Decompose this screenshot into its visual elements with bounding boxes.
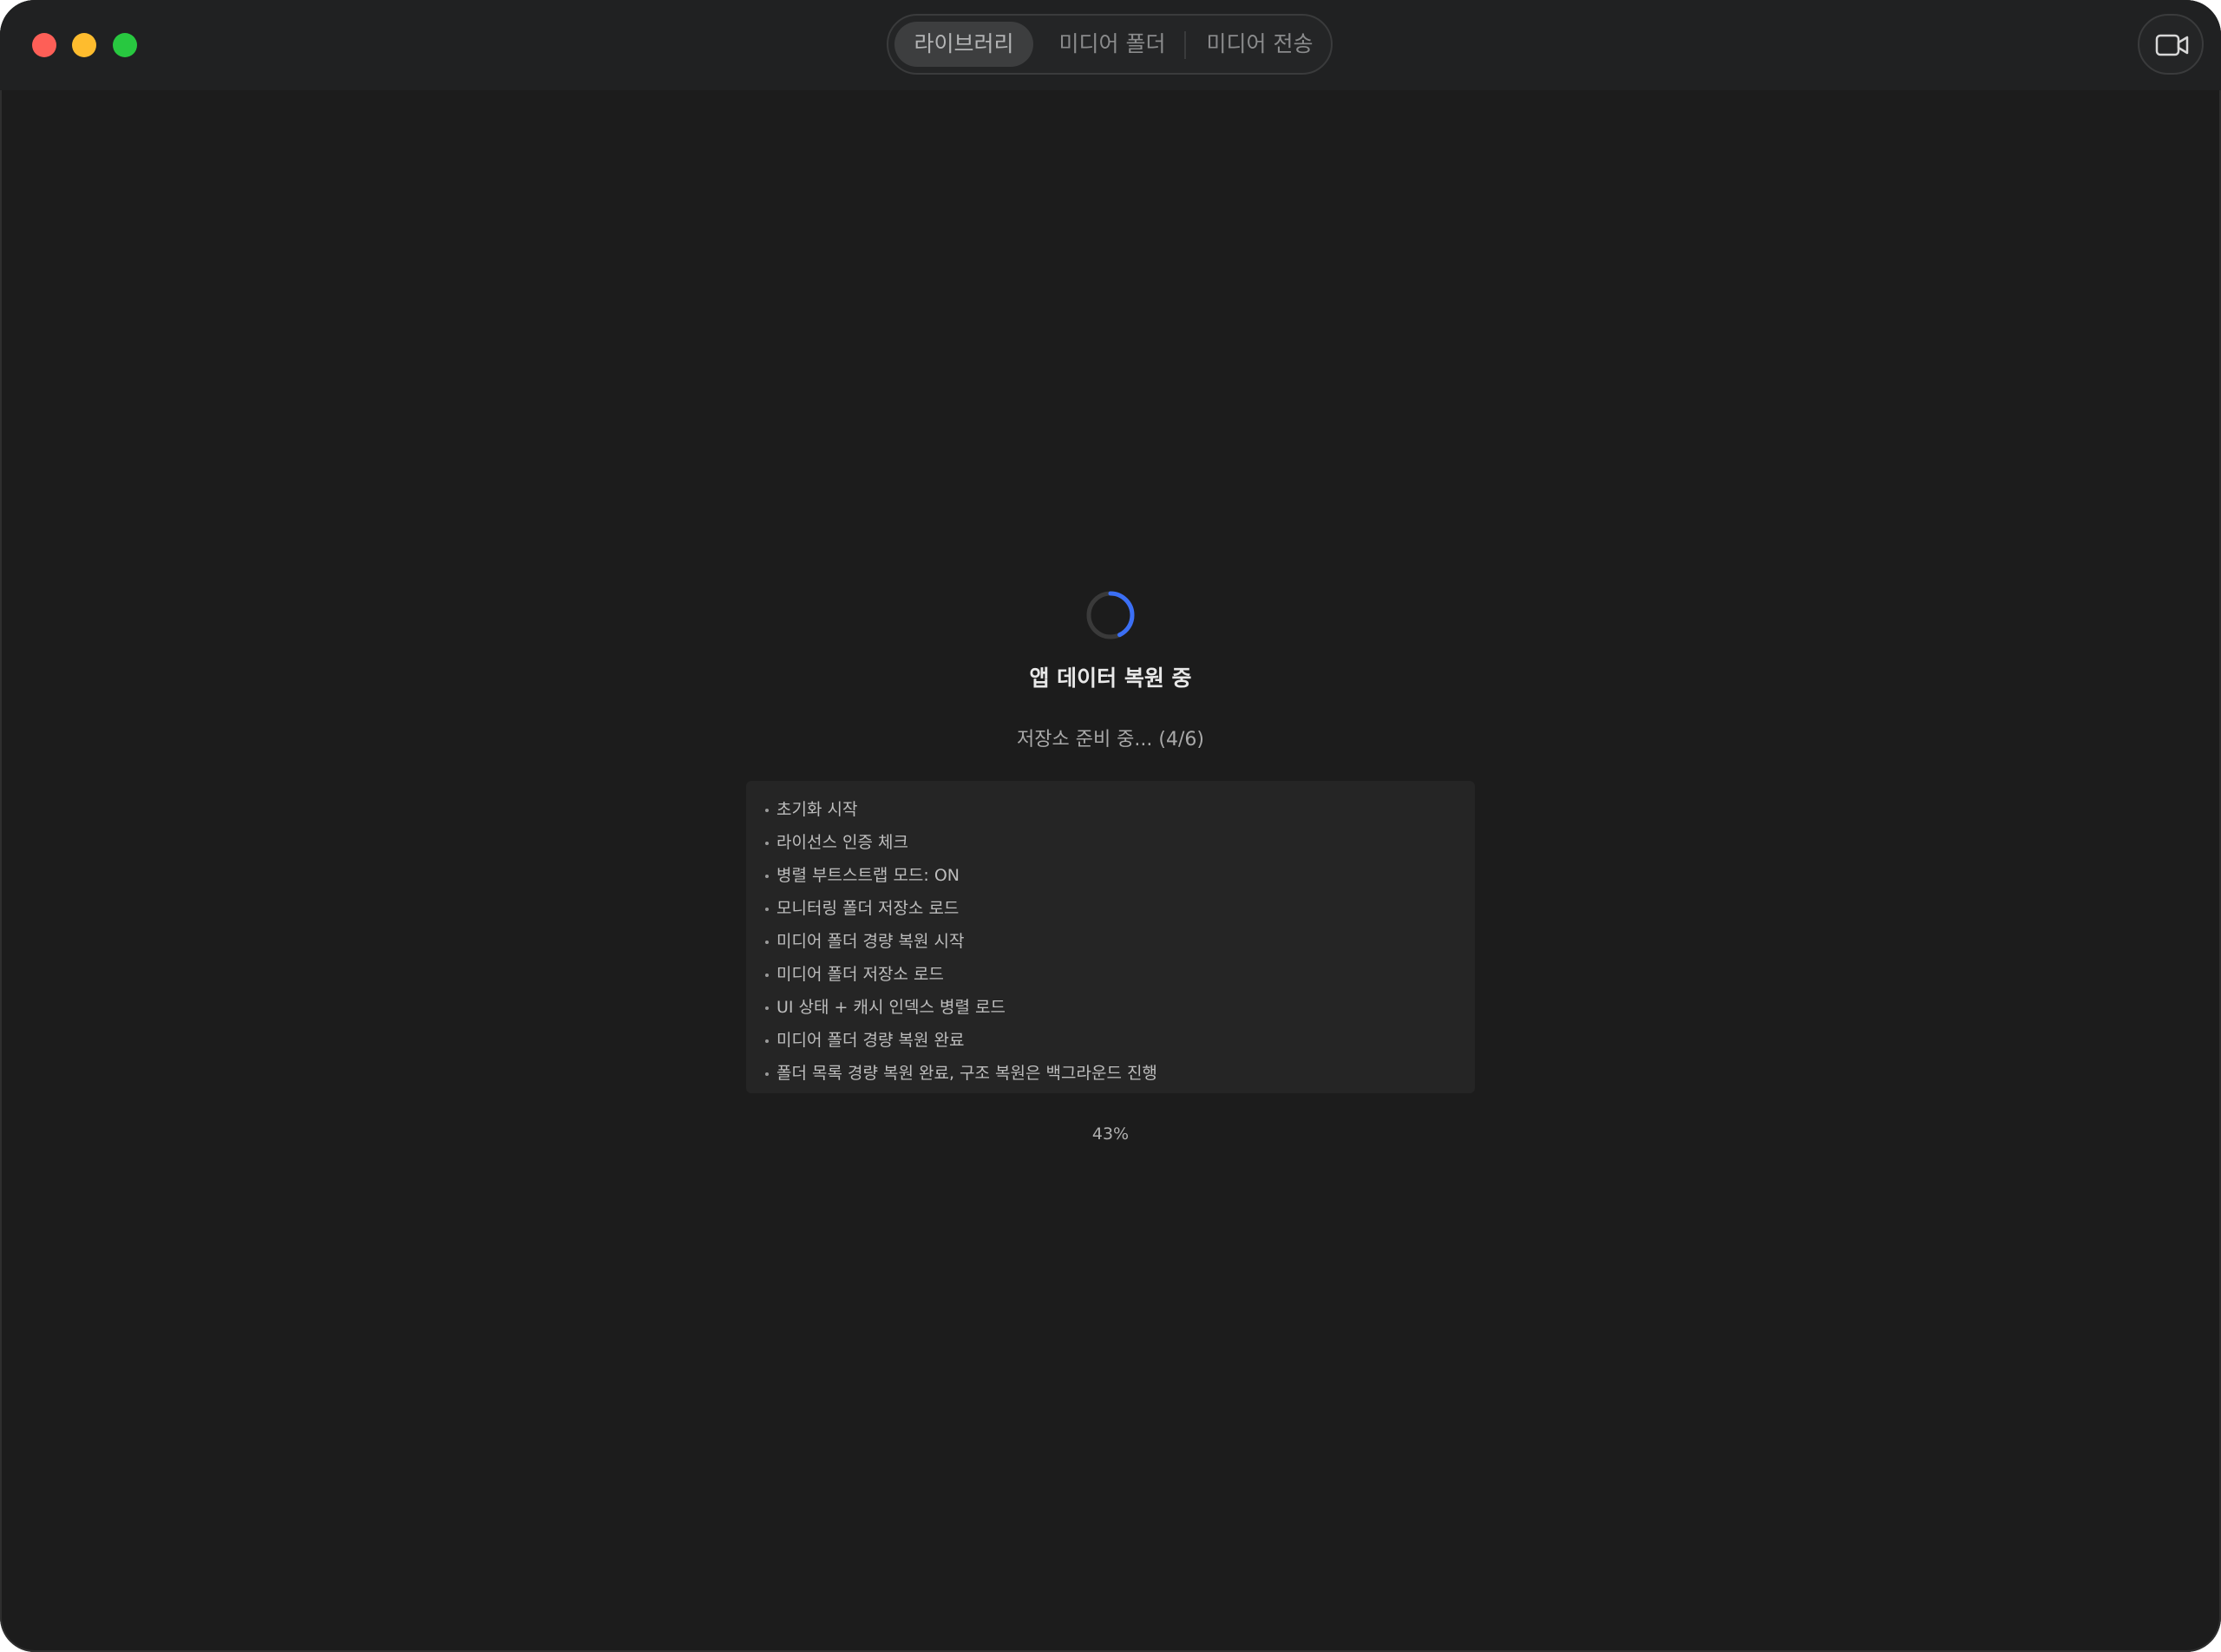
app-window: 라이브러리 미디어 폴더 미디어 전송 앱 데이터 복원 중 저장소 준비 중.… bbox=[0, 0, 2221, 1652]
title-bar: 라이브러리 미디어 폴더 미디어 전송 bbox=[0, 0, 2221, 90]
log-item: 미디어 폴더 저장소 로드 bbox=[746, 958, 1475, 991]
loading-log: 초기화 시작 라이선스 인증 체크 병렬 부트스트랩 모드: ON 모니터링 폴… bbox=[746, 781, 1475, 1093]
loading-title: 앱 데이터 복원 중 bbox=[1029, 665, 1192, 691]
log-item: 라이선스 인증 체크 bbox=[746, 826, 1475, 859]
log-item: 병렬 부트스트랩 모드: ON bbox=[746, 859, 1475, 892]
view-switcher: 라이브러리 미디어 폴더 미디어 전송 bbox=[887, 14, 1333, 75]
tab-media-folder[interactable]: 미디어 폴더 bbox=[1041, 22, 1183, 67]
maximize-window-button[interactable] bbox=[113, 33, 137, 57]
log-item: 미디어 폴더 경량 복원 완료 bbox=[746, 1024, 1475, 1057]
video-camera-icon bbox=[2155, 34, 2189, 56]
tab-library[interactable]: 라이브러리 bbox=[894, 22, 1033, 67]
tab-media-transfer[interactable]: 미디어 전송 bbox=[1190, 22, 1329, 67]
video-button[interactable] bbox=[2138, 14, 2204, 75]
log-item: 폴더 목록 경량 복원 완료, 구조 복원은 백그라운드 진행 bbox=[746, 1057, 1475, 1090]
tab-divider bbox=[1184, 31, 1186, 59]
log-item: 미디어 폴더 경량 복원 시작 bbox=[746, 925, 1475, 958]
log-item: UI 상태 + 캐시 인덱스 병렬 로드 bbox=[746, 991, 1475, 1024]
close-window-button[interactable] bbox=[32, 33, 56, 57]
log-item: 초기화 시작 bbox=[746, 793, 1475, 826]
loading-status: 저장소 준비 중... (4/6) bbox=[1017, 729, 1204, 751]
minimize-window-button[interactable] bbox=[72, 33, 96, 57]
log-item: 모니터링 폴더 저장소 로드 bbox=[746, 892, 1475, 925]
progress-percent: 43% bbox=[1091, 1124, 1130, 1144]
loading-spinner bbox=[1086, 591, 1135, 639]
